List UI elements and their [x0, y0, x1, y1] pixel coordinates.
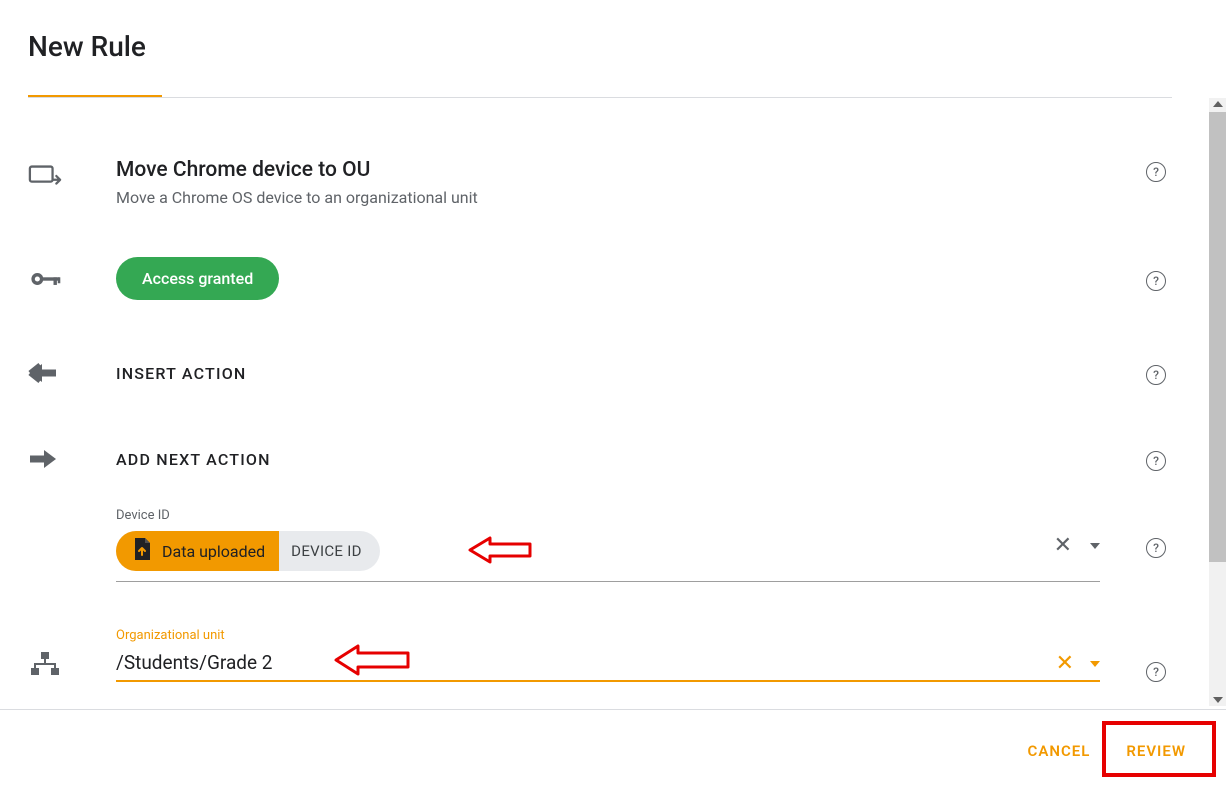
row-device-id: Device ID Data uploaded DEVICE ID: [0, 508, 1204, 582]
row-move-device: Move Chrome device to OU Move a Chrome O…: [0, 158, 1204, 207]
row-insert-action[interactable]: INSERT ACTION ?: [0, 358, 1204, 388]
device-id-chip[interactable]: Data uploaded DEVICE ID: [116, 531, 380, 571]
ou-dropdown-icon[interactable]: [1090, 661, 1100, 667]
review-button[interactable]: REVIEW: [1120, 732, 1192, 770]
move-description: Move a Chrome OS device to an organizati…: [116, 188, 1136, 207]
arrow-right-icon: [28, 448, 58, 474]
ou-field[interactable]: /Students/Grade 2 ✕: [116, 651, 1100, 682]
device-id-label: Device ID: [116, 508, 1136, 523]
clear-device-id-icon[interactable]: ✕: [1054, 533, 1072, 558]
row-add-next-action[interactable]: ADD NEXT ACTION ?: [0, 444, 1204, 474]
row-access: Access granted ?: [0, 257, 1204, 300]
clear-ou-icon[interactable]: ✕: [1056, 651, 1074, 676]
file-upload-icon: [132, 537, 152, 565]
device-id-field[interactable]: Data uploaded DEVICE ID ✕: [116, 531, 1100, 582]
content-area: Move Chrome device to OU Move a Chrome O…: [0, 98, 1204, 706]
chip-device-id-text: DEVICE ID: [279, 542, 380, 560]
arrow-left-icon: [28, 362, 58, 388]
org-unit-icon: [28, 650, 62, 682]
row-organizational-unit: Organizational unit /Students/Grade 2 ✕ …: [0, 628, 1204, 706]
help-icon[interactable]: ?: [1146, 162, 1166, 182]
device-move-icon: [28, 162, 62, 194]
insert-action-label: INSERT ACTION: [116, 364, 1136, 383]
ou-label: Organizational unit: [116, 628, 1136, 643]
help-icon[interactable]: ?: [1146, 451, 1166, 471]
footer: CANCEL REVIEW: [0, 709, 1226, 791]
page-title: New Rule: [0, 0, 1226, 83]
cancel-button[interactable]: CANCEL: [1022, 732, 1097, 770]
access-granted-chip[interactable]: Access granted: [116, 257, 279, 300]
ou-value: /Students/Grade 2: [116, 651, 272, 674]
chip-data-uploaded-text: Data uploaded: [162, 542, 265, 561]
help-icon[interactable]: ?: [1146, 538, 1166, 558]
scroll-down-icon[interactable]: [1213, 697, 1223, 703]
help-icon[interactable]: ?: [1146, 271, 1166, 291]
move-title: Move Chrome device to OU: [116, 158, 1136, 182]
scrollbar-thumb[interactable]: [1209, 112, 1226, 562]
scrollbar-track[interactable]: [1209, 98, 1226, 706]
scroll-up-icon[interactable]: [1213, 101, 1223, 107]
device-id-dropdown-icon[interactable]: [1090, 543, 1100, 549]
add-next-action-label: ADD NEXT ACTION: [116, 450, 1136, 469]
help-icon[interactable]: ?: [1146, 365, 1166, 385]
help-icon[interactable]: ?: [1146, 662, 1166, 682]
key-icon: [28, 265, 62, 297]
